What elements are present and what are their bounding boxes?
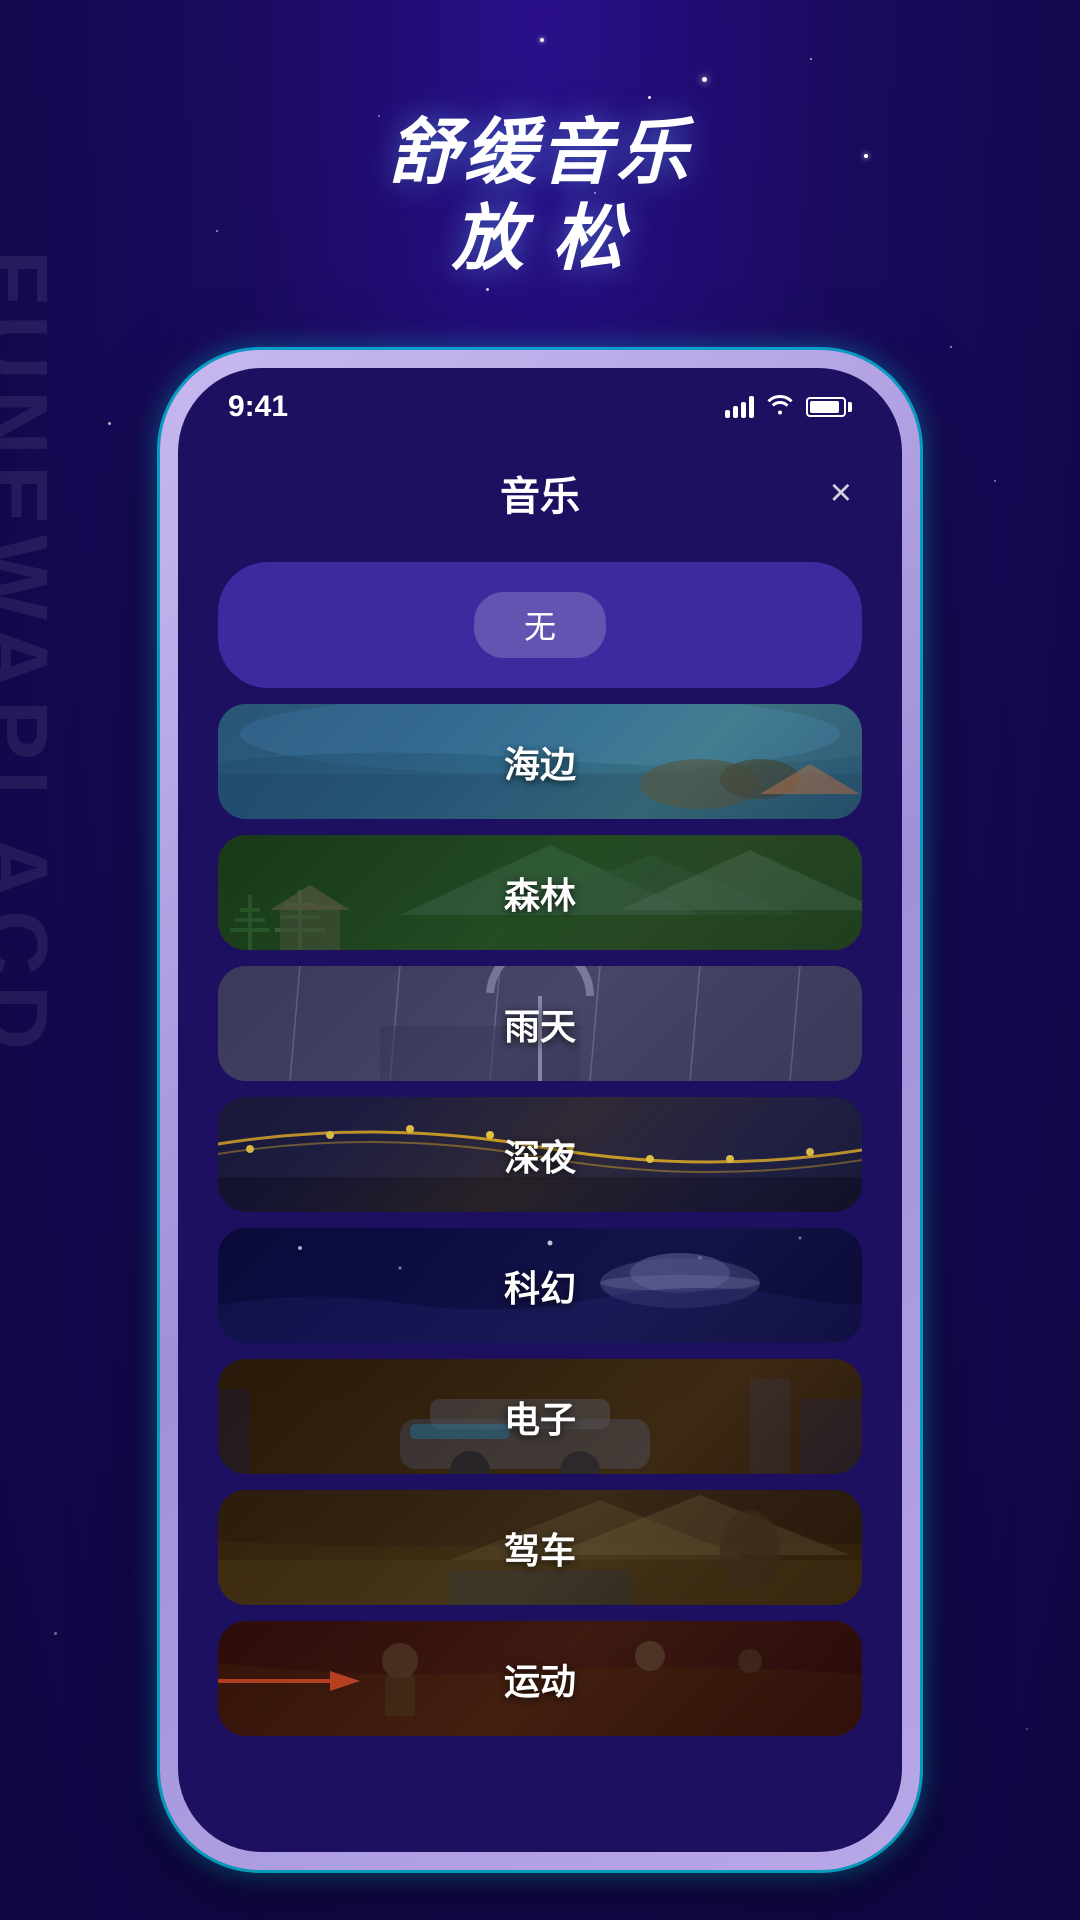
header-line1: 舒缓音乐 (0, 110, 1080, 196)
phone-outer: 9:41 (160, 350, 920, 1870)
battery-icon (806, 397, 852, 417)
app-header: 音乐 × (178, 434, 902, 542)
music-none-inner: 无 (474, 592, 606, 658)
music-none-label: 无 (524, 609, 556, 645)
header-title: 舒缓音乐 放 松 (0, 110, 1080, 283)
signal-icon (725, 396, 754, 418)
scifi-label: 科幻 (504, 1260, 576, 1312)
music-item-driving[interactable]: 驾车 (218, 1490, 862, 1605)
side-watermark: FUNEWAPLACD (0, 250, 60, 1060)
music-list: 无 (178, 542, 902, 1756)
music-item-beach[interactable]: 海边 (218, 704, 862, 819)
music-item-sport[interactable]: 运动 (218, 1621, 862, 1736)
electronic-label: 电子 (504, 1391, 576, 1443)
rain-label: 雨天 (504, 998, 576, 1050)
driving-label: 驾车 (504, 1522, 576, 1574)
music-item-night[interactable]: 深夜 (218, 1097, 862, 1212)
phone-inner: 9:41 (178, 368, 902, 1852)
close-button[interactable]: × (830, 472, 852, 515)
night-label: 深夜 (504, 1129, 576, 1181)
notch (430, 368, 650, 423)
music-item-electronic[interactable]: 电子 (218, 1359, 862, 1474)
wifi-icon (766, 393, 794, 422)
music-item-none[interactable]: 无 (218, 562, 862, 688)
phone-mockup: 9:41 (160, 350, 920, 1870)
music-item-scifi[interactable]: 科幻 (218, 1228, 862, 1343)
sport-label: 运动 (504, 1653, 576, 1705)
header-section: 舒缓音乐 放 松 (0, 0, 1080, 283)
header-line2: 放 松 (0, 196, 1080, 282)
app-title: 音乐 (500, 464, 580, 522)
beach-label: 海边 (504, 736, 576, 788)
status-time: 9:41 (228, 390, 288, 424)
music-item-rain[interactable]: 雨天 (218, 966, 862, 1081)
music-item-forest[interactable]: 森林 (218, 835, 862, 950)
status-icons (725, 393, 852, 422)
forest-label: 森林 (504, 867, 576, 919)
